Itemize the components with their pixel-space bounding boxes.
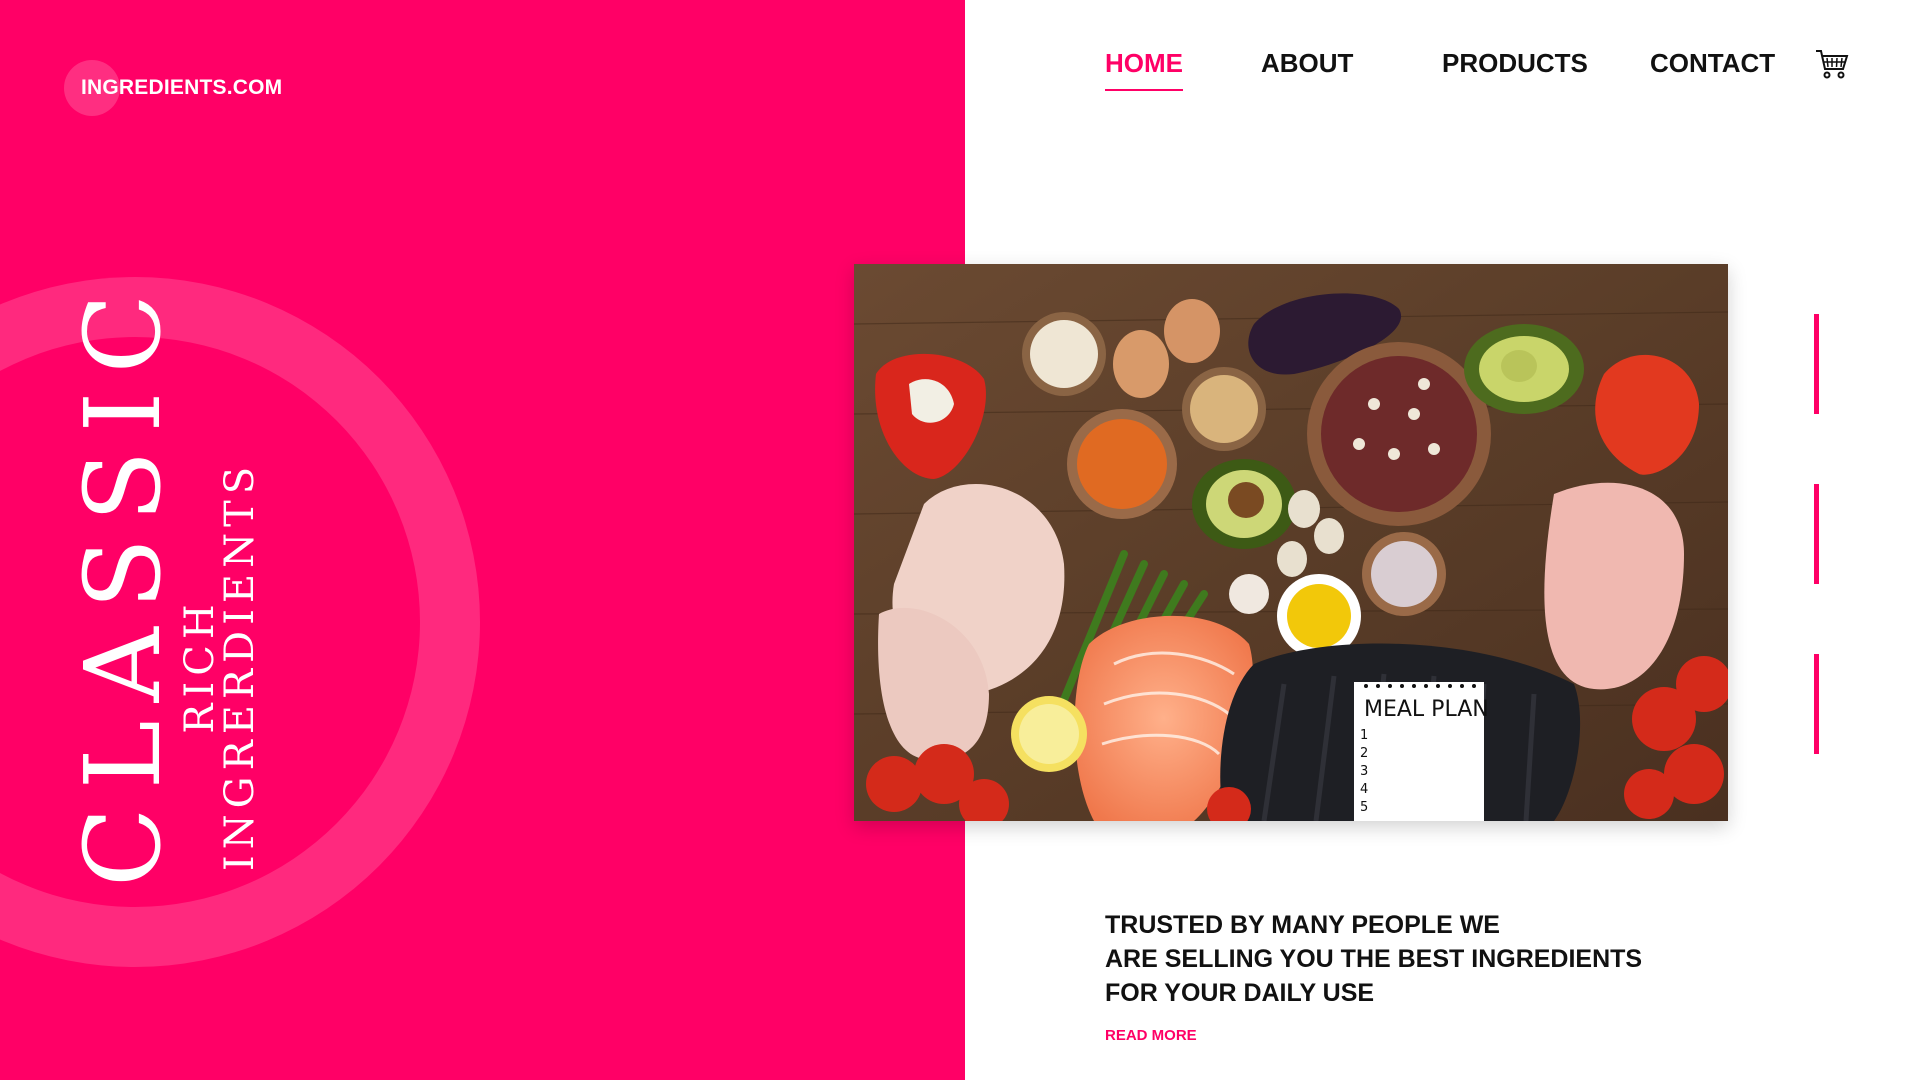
meal-plan-number: 4 bbox=[1360, 782, 1368, 797]
nav-about[interactable]: ABOUT bbox=[1261, 48, 1353, 79]
hero-panel: INGREDIENTS.COM CLASSIC RICH INGRERDIENT… bbox=[0, 0, 965, 1080]
hero-subtitle: RICH INGRERDIENTS bbox=[177, 460, 263, 872]
meal-plan-number: 5 bbox=[1360, 800, 1368, 815]
meal-plan-label: MEAL PLAN bbox=[1364, 697, 1489, 722]
meal-plan-number: 1 bbox=[1360, 728, 1368, 743]
tagline-line: ARE SELLING YOU THE BEST INGREDIENTS bbox=[1105, 945, 1643, 973]
read-more-link[interactable]: READ MORE bbox=[1105, 1027, 1197, 1044]
slide-indicator-3[interactable] bbox=[1814, 654, 1819, 754]
cart-icon[interactable] bbox=[1815, 48, 1849, 80]
tagline-line: TRUSTED BY MANY PEOPLE WE bbox=[1105, 911, 1500, 939]
tagline-line: FOR YOUR DAILY USE bbox=[1105, 979, 1375, 1007]
tagline: TRUSTED BY MANY PEOPLE WE ARE SELLING YO… bbox=[1105, 908, 1665, 1010]
meal-plan-number: 3 bbox=[1360, 764, 1368, 779]
hero-heading: CLASSIC RICH INGRERDIENTS bbox=[40, 276, 263, 900]
hero-title: CLASSIC bbox=[62, 275, 184, 887]
meal-plan-number: 2 bbox=[1360, 746, 1368, 761]
nav-products[interactable]: PRODUCTS bbox=[1442, 48, 1588, 79]
slide-indicator-2[interactable] bbox=[1814, 484, 1819, 584]
slide-indicator-1[interactable] bbox=[1814, 314, 1819, 414]
nav-contact[interactable]: CONTACT bbox=[1650, 48, 1775, 79]
logo[interactable]: INGREDIENTS.COM bbox=[81, 76, 282, 100]
ingredients-photo: MEAL PLAN 1 2 3 4 5 bbox=[854, 264, 1728, 821]
nav-home[interactable]: HOME bbox=[1105, 48, 1183, 91]
